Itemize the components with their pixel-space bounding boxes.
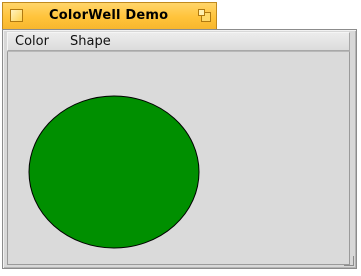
zoom-box-front (198, 9, 205, 16)
shape-ellipse (28, 95, 200, 249)
zoom-box-icon[interactable] (198, 9, 212, 23)
app-window: Color Shape (2, 29, 357, 269)
shape-canvas (28, 95, 200, 249)
desktop: ColorWell Demo Color Shape (0, 0, 361, 276)
window-title-tab[interactable]: ColorWell Demo (2, 2, 217, 29)
menu-shape[interactable]: Shape (70, 34, 111, 49)
close-box-icon[interactable] (10, 9, 23, 22)
window-title: ColorWell Demo (49, 8, 169, 23)
resize-line-h (344, 265, 354, 266)
drawing-view[interactable] (7, 51, 350, 265)
menu-bar: Color Shape (7, 32, 350, 51)
menu-color[interactable]: Color (15, 34, 49, 49)
resize-corner-icon[interactable] (344, 256, 354, 266)
